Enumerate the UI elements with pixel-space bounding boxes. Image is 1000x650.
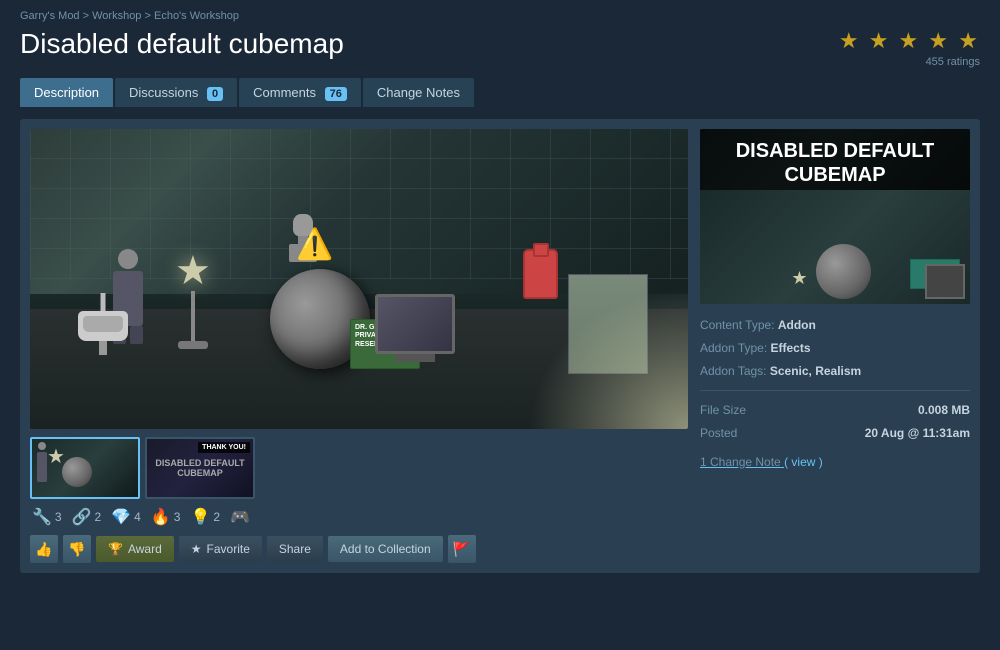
wrench-icon: 🔧 [32,507,52,527]
meta-info: Content Type: Addon Addon Type: Effects … [700,314,970,474]
controller-icon: 🎮 [230,507,250,527]
title-row: Disabled default cubemap ★ ★ ★ ★ ★ 455 r… [20,28,980,68]
star-3: ★ [899,28,921,53]
reaction-link[interactable]: 🔗 2 [72,507,102,527]
tab-description[interactable]: Description [20,78,113,107]
thumbs-down-button[interactable]: 👎 [63,535,91,563]
page-title: Disabled default cubemap [20,28,344,60]
star-icon: ★ [191,542,202,556]
page-wrapper: Garry's Mod > Workshop > Echo's Workshop… [0,0,1000,583]
reaction-controller[interactable]: 🎮 [230,507,250,527]
thumbnail-1[interactable]: ★ [30,437,140,499]
comments-badge: 76 [325,87,347,101]
preview-star-icon: ★ [791,268,807,289]
meta-change-note-row: 1 Change Note ( view ) [700,451,970,474]
meta-divider [700,390,970,391]
warning-sign-prop: ⚠️ [290,219,340,269]
trophy-icon: 🏆 [108,542,123,556]
star-2: ★ [869,28,891,53]
rating-block: ★ ★ ★ ★ ★ 455 ratings [839,28,980,68]
scene-bg: ★ ⚠️ [30,129,688,429]
fire-icon: 🔥 [151,507,171,527]
share-button[interactable]: Share [267,536,323,562]
thank-you-badge: THANK YOU! [198,442,250,453]
thumbnails-row: ★ DISABLED DEFAULTCUBEMAP THANK YOU! [30,437,688,499]
tab-changenotes[interactable]: Change Notes [363,78,474,107]
change-note-view[interactable]: ( view ) [784,455,823,469]
computer-prop [370,294,460,374]
breadcrumb-garrymod[interactable]: Garry's Mod [20,10,80,22]
meta-content-type: Content Type: Addon [700,314,970,337]
tab-discussions[interactable]: Discussions 0 [115,78,237,107]
star-1: ★ [839,28,861,53]
discussions-badge: 0 [207,87,223,101]
sink-prop [78,311,128,351]
thumbs-up-button[interactable]: 👍 [30,535,58,563]
preview-title: DISABLED DEFAULT CUBEMAP [700,129,970,197]
gem-icon: 💎 [111,507,131,527]
tab-comments[interactable]: Comments 76 [239,78,361,107]
rating-count: 455 ratings [839,56,980,68]
reaction-wrench[interactable]: 🔧 3 [32,507,62,527]
breadcrumb: Garry's Mod > Workshop > Echo's Workshop [20,10,980,22]
preview-ball [816,244,871,299]
action-buttons-row: 👍 👎 🏆 Award ★ Favorite Share Add to Coll… [30,535,688,563]
meta-file-size-row: File Size 0.008 MB [700,399,970,422]
reaction-fire[interactable]: 🔥 3 [151,507,181,527]
preview-image[interactable]: DISABLED DEFAULT CUBEMAP ★ [700,129,970,304]
thumbnail-2[interactable]: DISABLED DEFAULTCUBEMAP THANK YOU! [145,437,255,499]
star-5: ★ [958,28,980,53]
meta-addon-type: Addon Type: Effects [700,337,970,360]
favorite-button[interactable]: ★ Favorite [179,536,262,562]
reaction-bulb[interactable]: 💡 2 [190,507,220,527]
preview-monitor [925,264,965,299]
star-lamp-prop: ★ [175,251,211,349]
content-area: ★ ⚠️ [20,119,980,573]
award-button[interactable]: 🏆 Award [96,536,174,562]
flag-button[interactable]: 🚩 [448,535,476,563]
bulb-icon: 💡 [190,507,210,527]
main-screenshot[interactable]: ★ ⚠️ [30,129,688,429]
star-4: ★ [928,28,950,53]
breadcrumb-workshop[interactable]: Workshop [92,10,141,22]
light-area [528,289,688,429]
change-note-link[interactable]: 1 Change Note [700,455,784,469]
tabs-row: Description Discussions 0 Comments 76 Ch… [20,78,980,107]
breadcrumb-echo-workshop[interactable]: Echo's Workshop [154,10,239,22]
right-column: DISABLED DEFAULT CUBEMAP ★ Content [700,129,970,563]
meta-posted-row: Posted 20 Aug @ 11:31am [700,422,970,445]
meta-addon-tags: Addon Tags: Scenic, Realism [700,360,970,383]
stars-display: ★ ★ ★ ★ ★ [839,28,980,54]
reaction-gem[interactable]: 💎 4 [111,507,141,527]
reactions-row: 🔧 3 🔗 2 💎 4 🔥 3 💡 2 [30,507,688,527]
add-to-collection-button[interactable]: Add to Collection [328,536,443,562]
left-column: ★ ⚠️ [30,129,688,563]
chain-icon: 🔗 [72,507,92,527]
